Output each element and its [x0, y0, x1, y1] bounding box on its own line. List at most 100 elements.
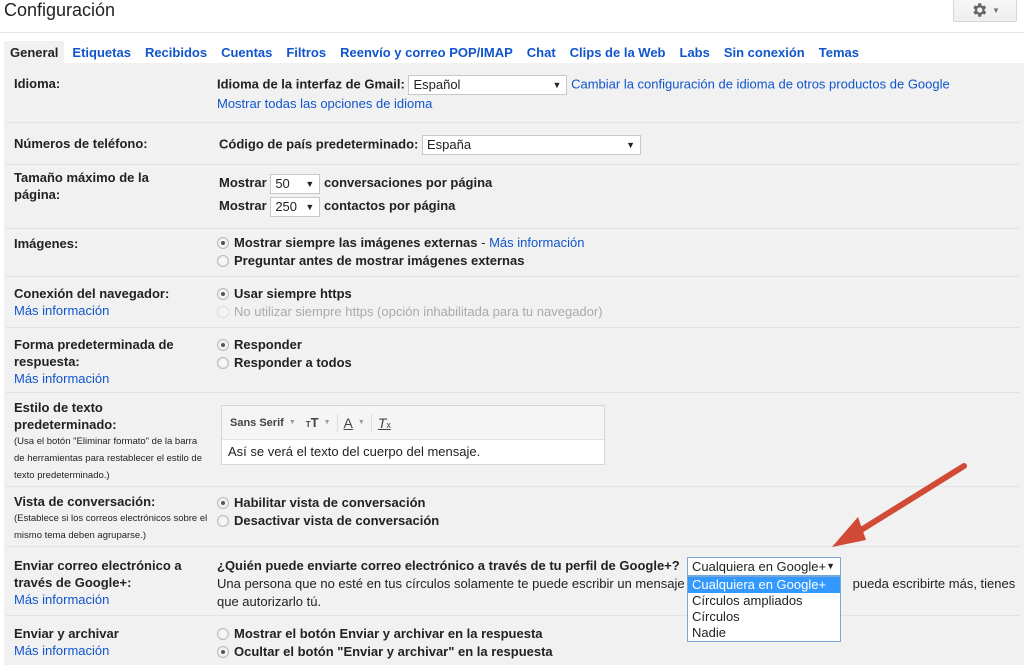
gplus-description: Una persona que no esté en tus círculos … — [217, 575, 1017, 593]
text-color-icon: A — [343, 414, 353, 431]
conversations-per-page-select[interactable]: 50 ▼ — [270, 173, 321, 194]
setting-label: Estilo de texto predeterminado: (Usa el … — [14, 399, 209, 484]
setting-label: Tamaño máximo de la página: — [14, 170, 149, 202]
conversations-suffix: conversaciones por página — [323, 175, 493, 190]
setting-label-text: Forma predeterminada de respuesta: — [14, 337, 174, 369]
contacts-per-page-select[interactable]: 250 ▼ — [270, 196, 321, 217]
setting-row-conexion: Conexión del navegador: Más información … — [6, 277, 1020, 328]
dropdown-option-circles[interactable]: Círculos — [688, 609, 840, 625]
radio-button-checked[interactable] — [217, 288, 229, 300]
setting-label: Conexión del navegador: Más información — [14, 285, 169, 319]
tab-reenvio-pop-imap[interactable]: Reenvío y correo POP/IMAP — [340, 41, 513, 63]
settings-button[interactable]: ▼ — [953, 0, 1017, 22]
gear-icon — [973, 3, 987, 17]
toolbar-separator — [370, 413, 372, 432]
radio-button[interactable] — [217, 255, 229, 267]
chevron-down-icon: ▼ — [992, 5, 1000, 15]
radio-label: Preguntar antes de mostrar imágenes exte… — [234, 253, 525, 268]
font-family-label: Sans Serif — [230, 416, 284, 429]
radio-button[interactable] — [217, 515, 229, 527]
setting-label: Enviar correo electrónico a través de Go… — [14, 557, 194, 608]
radio-label: Desactivar vista de conversación — [234, 513, 440, 528]
toolbar-separator — [336, 413, 338, 432]
more-info-link[interactable]: Más información — [14, 303, 109, 318]
more-info-link[interactable]: Más información — [14, 371, 109, 386]
setting-content: Mostrar siempre las imágenes externas - … — [217, 234, 584, 270]
dropdown-option-extended-circles[interactable]: Círculos ampliados — [688, 593, 840, 609]
radio-enable-conversation-view[interactable]: Habilitar vista de conversación — [217, 494, 439, 512]
radio-label: Mostrar el botón Enviar y archivar en la… — [234, 626, 543, 641]
show-label: Mostrar — [219, 198, 267, 213]
setting-label: Números de teléfono: — [14, 136, 148, 151]
setting-label: Imágenes: — [14, 236, 79, 251]
remove-formatting-button[interactable]: Tx — [378, 415, 391, 431]
setting-content: Mostrar 50 ▼ conversaciones por página M… — [219, 171, 492, 217]
country-code-select[interactable]: España ▼ — [421, 135, 641, 155]
dropdown-option-nobody[interactable]: Nadie — [688, 625, 840, 641]
radio-always-https[interactable]: Usar siempre https — [217, 285, 603, 303]
radio-disable-conversation-view[interactable]: Desactivar vista de conversación — [217, 512, 439, 530]
tab-labs[interactable]: Labs — [680, 41, 710, 63]
tab-filtros[interactable]: Filtros — [286, 41, 326, 63]
gplus-select-value: Cualquiera en Google+ — [692, 559, 827, 574]
setting-label: Forma predeterminada de respuesta: Más i… — [14, 336, 194, 387]
radio-label: No utilizar siempre https (opción inhabi… — [234, 304, 603, 319]
change-google-language-link[interactable]: Cambiar la configuración de idioma de ot… — [571, 76, 950, 91]
radio-reply[interactable]: Responder — [217, 336, 352, 354]
text-color-button[interactable]: A ▼ — [344, 415, 365, 431]
setting-content: Código de país predeterminado: España ▼ — [219, 135, 641, 155]
settings-tabs: General Etiquetas Recibidos Cuentas Filt… — [4, 41, 873, 66]
radio-reply-all[interactable]: Responder a todos — [217, 354, 352, 372]
font-family-button[interactable]: Sans Serif ▼ — [230, 417, 296, 429]
radio-button[interactable] — [217, 357, 229, 369]
conversations-per-page-value: 50 — [275, 175, 290, 191]
tab-chat[interactable]: Chat — [527, 41, 556, 63]
country-code-label: Código de país predeterminado: — [219, 136, 419, 152]
gplus-description-line2: que autorizarlo tú. — [217, 594, 322, 609]
setting-content: Habilitar vista de conversación Desactiv… — [217, 494, 439, 530]
gplus-email-select[interactable]: Cualquiera en Google+ ▼ — [687, 557, 841, 576]
tab-recibidos[interactable]: Recibidos — [145, 41, 207, 63]
more-info-link[interactable]: Más información — [489, 234, 584, 252]
radio-label: Mostrar siempre las imágenes externas — [234, 235, 478, 250]
show-all-language-options-link[interactable]: Mostrar todas las opciones de idioma — [217, 96, 432, 111]
more-info-link[interactable]: Más información — [14, 592, 109, 607]
setting-row-telefono: Números de teléfono: Código de país pred… — [6, 123, 1020, 165]
font-size-button[interactable]: TT ▼ — [306, 415, 331, 430]
dropdown-option-anyone[interactable]: Cualquiera en Google+ — [688, 577, 840, 593]
language-select[interactable]: Español ▼ — [408, 75, 568, 95]
text-size-icon: TT — [305, 415, 319, 430]
language-select-value: Español — [413, 77, 461, 92]
more-info-link[interactable]: Más información — [14, 643, 109, 658]
setting-label-text: Vista de conversación: — [14, 494, 156, 509]
setting-row-respuesta: Forma predeterminada de respuesta: Más i… — [6, 328, 1020, 393]
settings-panel: Idioma: Idioma de la interfaz de Gmail: … — [4, 63, 1024, 665]
tab-temas[interactable]: Temas — [819, 41, 859, 63]
gplus-question: ¿Quién puede enviarte correo electrónico… — [217, 558, 680, 573]
radio-button[interactable] — [217, 628, 229, 640]
radio-label: Responder — [234, 337, 302, 352]
radio-button-checked[interactable] — [217, 339, 229, 351]
dropdown-arrow-icon: ▼ — [305, 178, 315, 189]
radio-button-checked[interactable] — [217, 237, 229, 249]
radio-button-checked[interactable] — [217, 497, 229, 509]
gplus-description-end: pueda escribirte más, tienes — [852, 576, 1016, 591]
tab-sin-conexion[interactable]: Sin conexión — [724, 41, 805, 63]
page-title: Configuración — [4, 0, 116, 20]
contacts-suffix: contactos por página — [323, 198, 456, 213]
chevron-down-icon: ▼ — [323, 419, 331, 426]
editor-toolbar: Sans Serif ▼ TT ▼ A ▼ Tx — [222, 406, 604, 439]
radio-hide-send-archive[interactable]: Ocultar el botón "Enviar y archivar" en … — [217, 643, 553, 661]
editor-preview[interactable]: Así se verá el texto del cuerpo del mens… — [222, 439, 604, 464]
radio-label: Ocultar el botón "Enviar y archivar" en … — [234, 644, 553, 659]
setting-label-text: Conexión del navegador: — [14, 286, 170, 301]
country-code-value: España — [426, 137, 472, 152]
tab-etiquetas[interactable]: Etiquetas — [72, 41, 131, 63]
radio-ask-before-images[interactable]: Preguntar antes de mostrar imágenes exte… — [217, 252, 584, 270]
radio-button-checked[interactable] — [217, 646, 229, 658]
radio-always-show-images[interactable]: Mostrar siempre las imágenes externas - … — [217, 234, 584, 252]
setting-label-text: Enviar correo electrónico a través de Go… — [14, 558, 182, 590]
tab-cuentas[interactable]: Cuentas — [221, 41, 272, 63]
tab-clips-web[interactable]: Clips de la Web — [570, 41, 666, 63]
radio-show-send-archive[interactable]: Mostrar el botón Enviar y archivar en la… — [217, 625, 553, 643]
